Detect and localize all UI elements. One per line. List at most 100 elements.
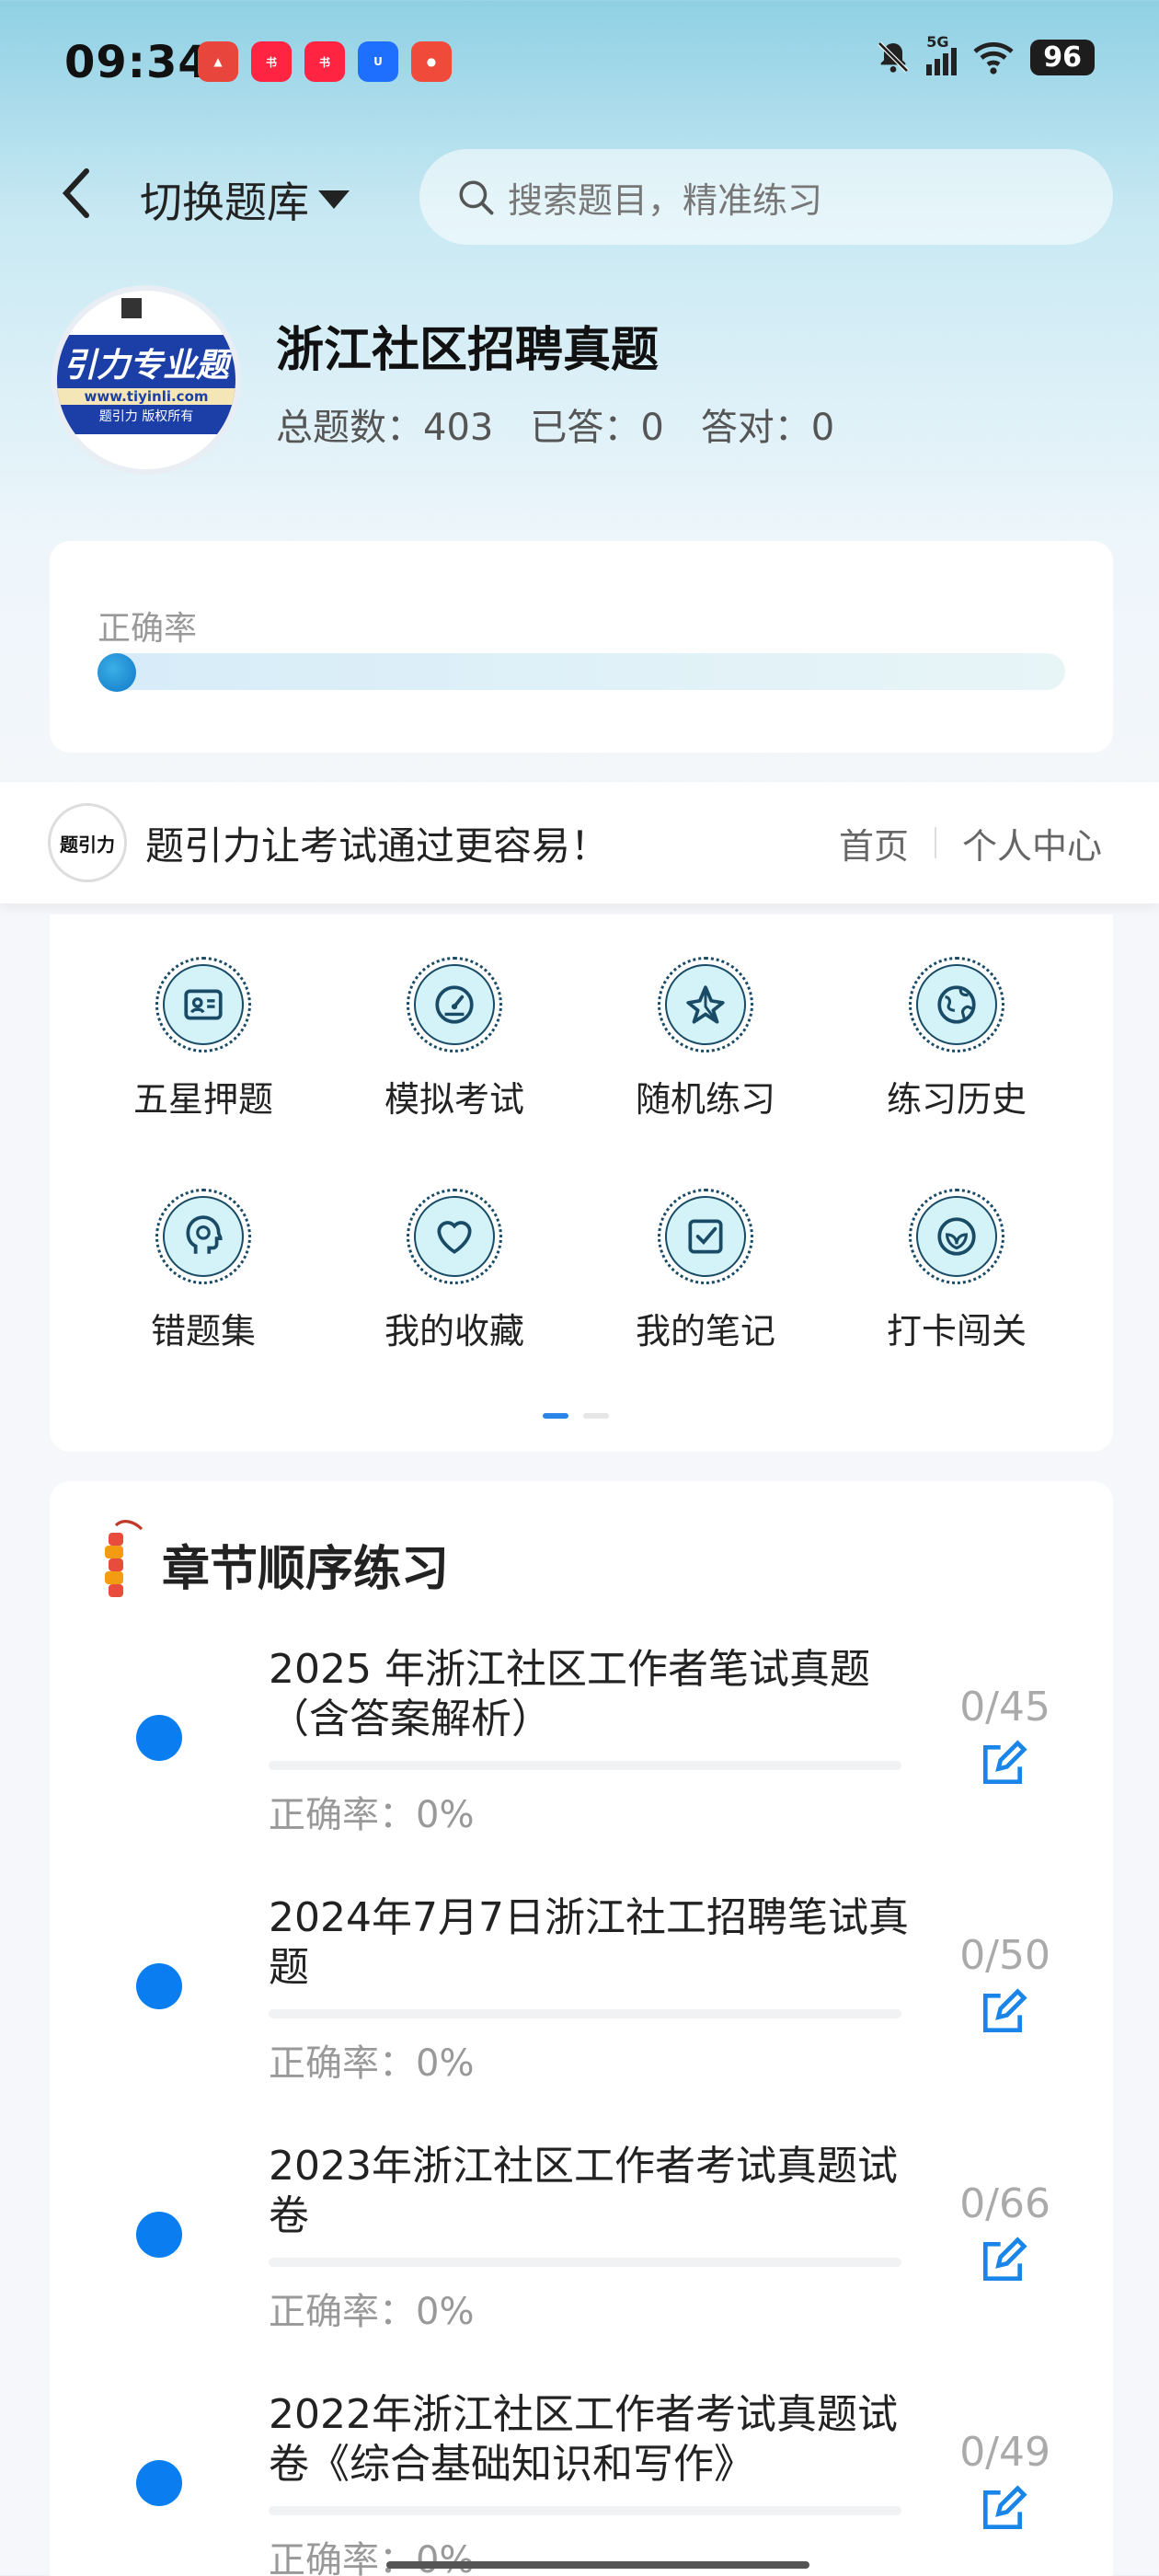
logo-url: www.tiyinli.com [57,388,235,405]
chevron-left-icon [62,168,89,218]
menu-label: 练习历史 [886,1079,1027,1120]
edit-icon[interactable] [977,2236,1028,2287]
qr-icon [121,298,142,318]
chapter-header: 章节顺序练习 [98,1518,449,1610]
brand-logo: 题引力 [48,803,127,882]
gesture-home-bar[interactable] [386,2561,809,2569]
answered-count: 已答：0 [530,407,664,449]
chapter-item[interactable]: 2022年浙江社区工作者考试真题试卷《综合基础知识和写作》 正确率：0% 0/4… [50,2383,1113,2576]
accuracy-progress-indicator [98,653,136,692]
app-notification-icon: 书 [304,41,345,82]
chapter-count: 0/49 [959,2429,1050,2476]
switch-bank-dropdown[interactable]: 切换题库 [140,169,350,230]
bank-title: 浙江社区招聘真题 [276,323,660,378]
menu-five-star[interactable]: 五星押题 [107,957,300,1121]
logo-title: 引力专业题 [63,347,229,385]
chapter-accuracy: 正确率：0% [269,1794,475,1836]
link-divider [934,827,936,858]
menu-favorites[interactable]: 我的收藏 [358,1189,551,1353]
chapter-name: 2025 年浙江社区工作者笔试真题（含答案解析） [269,1646,870,1742]
app-notification-icon: U [358,41,398,82]
menu-label: 我的收藏 [384,1311,524,1351]
menu-label: 打卡闯关 [886,1311,1027,1351]
question-bank-logo: 引力专业题 www.tiyinli.com 题引力 版权所有 [52,285,241,475]
wifi-icon [973,41,1014,75]
chapter-progress-bar [269,2506,901,2515]
app-notification-icon: ▲ [198,41,238,82]
app-notification-icon: 书 [251,41,292,82]
edit-icon[interactable] [977,1987,1028,2039]
menu-label: 模拟考试 [384,1079,524,1120]
menu-check-in[interactable]: 打卡闯关 [860,1189,1053,1353]
app-notification-icon: ● [411,41,452,82]
search-placeholder: 搜索题目，精准练习 [508,179,823,221]
chapter-dot [136,1715,182,1761]
random-icon [686,985,725,1024]
chapter-dot [136,1963,182,2009]
chapter-count: 0/66 [959,2180,1050,2227]
chapter-accuracy: 正确率：0% [269,2291,475,2333]
promo-bar: 题引力 题引力让考试通过更容易！ 首页 个人中心 [0,782,1159,903]
speedometer-icon [435,985,474,1024]
chapter-accuracy: 正确率：0% [269,2539,475,2576]
menu-label: 我的笔记 [635,1311,775,1351]
search-icon [459,180,494,215]
bell-off-icon [878,41,910,73]
chapter-section-title: 章节顺序练习 [162,1541,450,1597]
chapter-name: 2024年7月7日浙江社工招聘笔试真题 [269,1894,909,1991]
menu-label: 五星押题 [132,1079,273,1120]
brand-logo-text: 题引力 [60,833,115,856]
chapter-dot [136,2460,182,2506]
chapter-count: 0/45 [959,1684,1050,1731]
menu-label: 随机练习 [635,1079,775,1120]
chapter-item[interactable]: 2025 年浙江社区工作者笔试真题（含答案解析） 正确率：0% 0/45 [50,1638,1113,1886]
globe-icon [937,985,976,1024]
correct-count: 答对：0 [700,407,835,449]
head-icon [186,1215,223,1254]
heart-icon [437,1221,472,1254]
page-indicator [543,1413,609,1419]
menu-wrong-questions[interactable]: 错题集 [107,1189,300,1353]
chapter-progress-bar [269,2009,901,2018]
menu-notes[interactable]: 我的笔记 [609,1189,802,1353]
page-dot-active [543,1413,568,1419]
back-button[interactable] [48,166,103,221]
menu-mock-exam[interactable]: 模拟考试 [358,957,551,1121]
chapter-item[interactable]: 2023年浙江社区工作者考试真题试卷 正确率：0% 0/66 [50,2134,1113,2383]
logo-caption: 题引力 版权所有 [98,409,194,424]
switch-bank-label: 切换题库 [140,178,309,227]
chapter-progress-bar [269,1761,901,1770]
battery-level: 96 [1030,39,1095,75]
menu-history[interactable]: 练习历史 [860,957,1053,1121]
menu-random-practice[interactable]: 随机练习 [609,957,802,1121]
total-count: 总题数：403 [276,407,494,449]
chapter-item[interactable]: 2024年7月7日浙江社工招聘笔试真题 正确率：0% 0/50 [50,1886,1113,2134]
edit-icon[interactable] [977,2484,1028,2536]
firecracker-icon [105,1520,143,1597]
id-card-icon [184,989,223,1020]
home-link[interactable]: 首页 [839,818,909,868]
profile-link[interactable]: 个人中心 [962,818,1102,868]
note-check-icon [688,1219,723,1254]
status-indicators: 5G 96 [875,33,1095,75]
signal-icon: 5G [926,33,958,75]
badge-icon [937,1217,976,1256]
menu-label: 错题集 [150,1311,256,1351]
chapter-count: 0/50 [959,1932,1050,1979]
chapter-dot [136,2212,182,2258]
accuracy-label: 正确率 [98,610,198,648]
caret-down-icon [318,190,350,209]
accuracy-progress-track [98,653,1065,690]
status-time: 09:34 [64,37,210,88]
status-app-icons: ▲ 书 书 U ● [198,41,452,82]
bank-stats: 总题数：403 已答：0 答对：0 [276,397,834,451]
promo-slogan: 题引力让考试通过更容易！ [145,822,610,868]
chapter-progress-bar [269,2258,901,2267]
page-dot [583,1413,609,1419]
network-type: 5G [926,33,949,51]
edit-icon[interactable] [977,1739,1028,1790]
chapter-name: 2022年浙江社区工作者考试真题试卷《综合基础知识和写作》 [269,2391,898,2488]
chapter-name: 2023年浙江社区工作者考试真题试卷 [269,2143,898,2239]
accuracy-card [50,541,1113,753]
search-input[interactable]: 搜索题目，精准练习 [419,149,1113,245]
